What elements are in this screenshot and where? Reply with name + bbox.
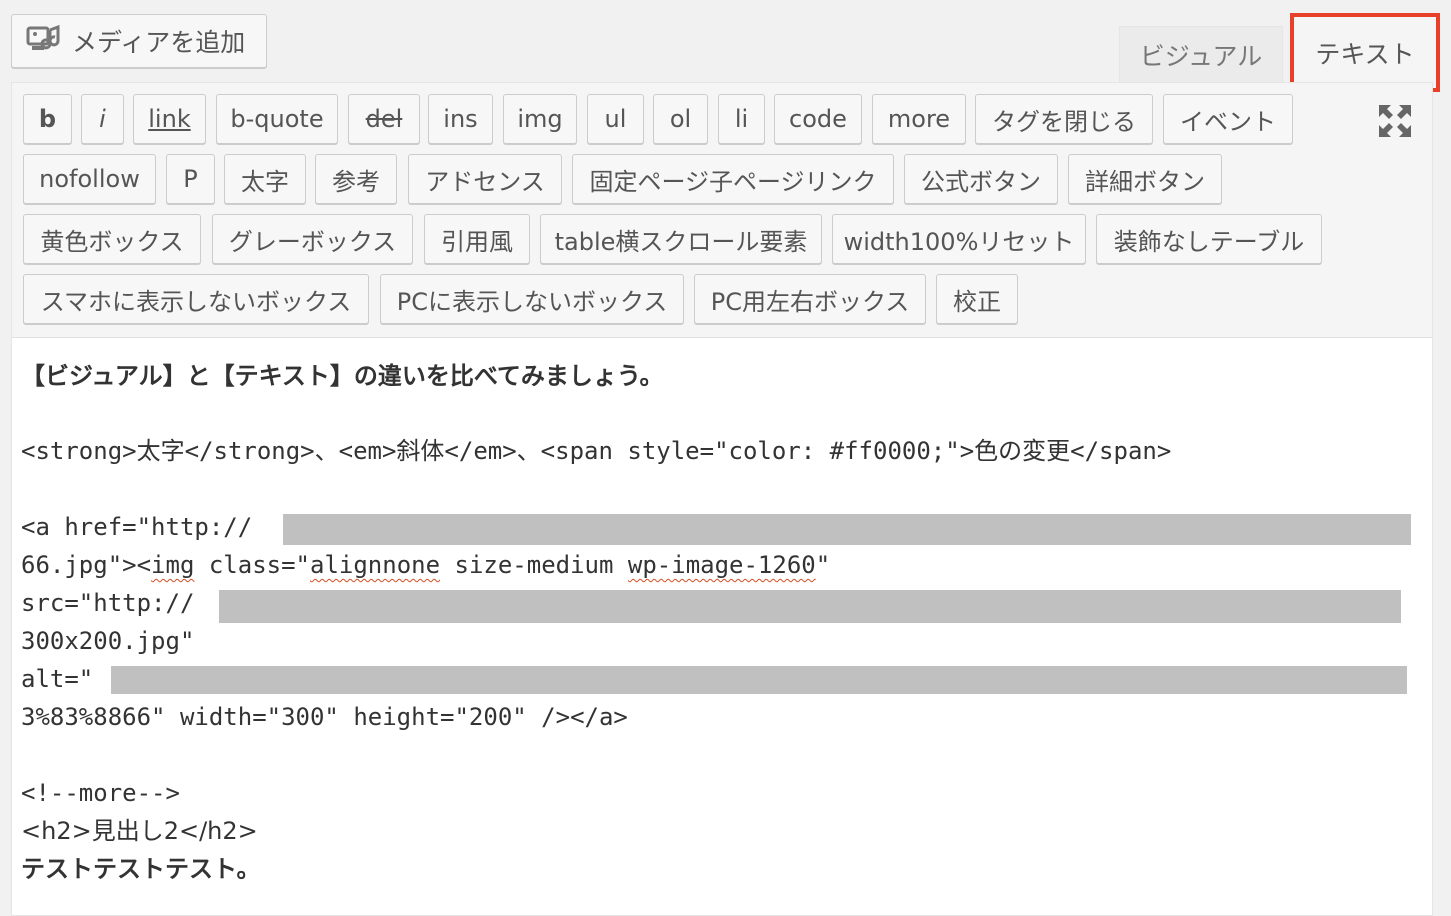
qt-button-pc-lr-box[interactable]: PC用左右ボックス: [694, 274, 926, 324]
qt-button-width-reset[interactable]: width100%リセット: [832, 214, 1086, 264]
content-line-8: 3%83%8866" width="300" height="200" /></…: [21, 703, 628, 731]
tab-visual-label: ビジュアル: [1139, 41, 1263, 71]
content-line-10: <h2>見出し2</h2>: [21, 817, 258, 845]
qt-button-ins[interactable]: ins: [428, 94, 493, 144]
tab-text[interactable]: テキスト: [1290, 13, 1440, 92]
qt-button-del[interactable]: del: [348, 94, 420, 144]
tab-text-label: テキスト: [1315, 39, 1415, 69]
qt-button-yellow-box[interactable]: 黄色ボックス: [23, 214, 201, 264]
qt-button-child-page-link[interactable]: 固定ページ子ページリンク: [572, 154, 894, 204]
content-line-9: <!--more-->: [21, 779, 180, 807]
content-line-6: 300x200.jpg": [21, 627, 195, 655]
qt-button-li[interactable]: li: [718, 94, 765, 144]
qt-button-quote-style[interactable]: 引用風: [424, 214, 530, 264]
quicktags-toolbar: b i link b-quote del ins img ul ol li co…: [12, 83, 1432, 338]
qt-button-b-quote[interactable]: b-quote: [216, 94, 338, 144]
fullscreen-icon[interactable]: [1377, 103, 1413, 139]
qt-button-gray-box[interactable]: グレーボックス: [212, 214, 413, 264]
media-add-icon: [26, 24, 60, 50]
content-line-3: <a href="http://: [21, 513, 253, 541]
text-editor: b i link b-quote del ins img ul ol li co…: [11, 82, 1433, 916]
tab-visual[interactable]: ビジュアル: [1119, 26, 1283, 82]
qt-button-plain-table[interactable]: 装飾なしテーブル: [1096, 214, 1322, 264]
add-media-label: メディアを追加: [72, 28, 246, 57]
content-line-4: 66.jpg"><img class="alignnone size-mediu…: [21, 551, 831, 579]
content-line-11: テストテストテスト。: [21, 855, 261, 883]
qt-button-code[interactable]: code: [774, 94, 862, 144]
qt-button-i[interactable]: i: [81, 94, 124, 144]
qt-button-more[interactable]: more: [872, 94, 966, 144]
content-line-1: 【ビジュアル】と【テキスト】の違いを比べてみましょう。: [21, 362, 664, 390]
qt-button-ul[interactable]: ul: [587, 94, 644, 144]
qt-button-p[interactable]: P: [166, 154, 215, 204]
qt-button-bold-jp[interactable]: 太字: [224, 154, 306, 204]
redacted-area: [283, 514, 1411, 545]
qt-button-detail[interactable]: 詳細ボタン: [1068, 154, 1222, 204]
qt-button-nofollow[interactable]: nofollow: [23, 154, 156, 204]
qt-button-table-scroll[interactable]: table横スクロール要素: [540, 214, 822, 264]
qt-button-official[interactable]: 公式ボタン: [904, 154, 1058, 204]
qt-button-b[interactable]: b: [23, 94, 72, 144]
qt-button-reference[interactable]: 参考: [315, 154, 397, 204]
redacted-area: [111, 666, 1407, 694]
qt-button-hide-on-pc[interactable]: PCに表示しないボックス: [380, 274, 684, 324]
qt-button-img[interactable]: img: [503, 94, 577, 144]
add-media-button[interactable]: メディアを追加: [11, 14, 267, 68]
redacted-area: [219, 590, 1401, 623]
qt-button-ol[interactable]: ol: [653, 94, 708, 144]
content-line-5: src="http://: [21, 589, 195, 617]
qt-button-event[interactable]: イベント: [1163, 94, 1293, 144]
qt-button-proofread[interactable]: 校正: [936, 274, 1018, 324]
qt-button-close-tags[interactable]: タグを閉じる: [975, 94, 1153, 144]
content-line-2: <strong>太字</strong>、<em>斜体</em>、<span st…: [21, 437, 1172, 465]
content-line-7: alt=": [21, 665, 94, 693]
qt-button-link[interactable]: link: [133, 94, 206, 144]
qt-button-adsense[interactable]: アドセンス: [408, 154, 562, 204]
qt-button-hide-on-mobile[interactable]: スマホに表示しないボックス: [23, 274, 369, 324]
